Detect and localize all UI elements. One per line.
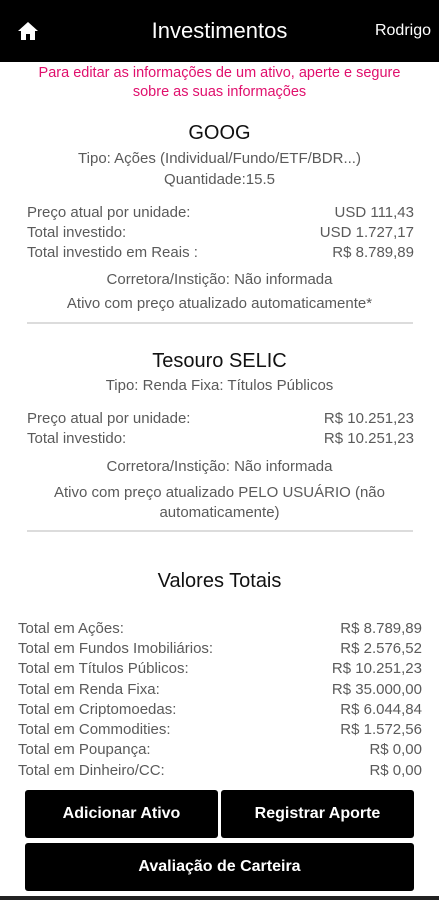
totals-row: Total em Renda Fixa: R$ 35.000,00 [18,681,422,700]
row-value: USD 1.727,17 [319,224,414,241]
row-value: R$ 6.044,84 [340,701,422,718]
totals-row: Total em Criptomoedas: R$ 6.044,84 [18,701,422,720]
asset-quantity: Quantidade:15.5 [164,171,275,188]
row-value: R$ 35.000,00 [331,681,422,698]
row-label: Preço atual por unidade: [27,410,191,427]
row-label: Total em Renda Fixa: [18,681,160,698]
portfolio-evaluation-button[interactable]: Avaliação de Carteira [25,843,414,891]
row-label: Total em Fundos Imobiliários: [18,640,214,657]
register-contribution-button[interactable]: Registrar Aporte [221,790,414,838]
totals-row: Total em Commodities: R$ 1.572,56 [18,721,422,740]
totals-row: Total em Poupança: R$ 0,00 [18,741,422,760]
page-title: Investimentos [151,18,288,43]
totals-row: Total em Fundos Imobiliários: R$ 2.576,5… [18,640,422,659]
row-value: R$ 0,00 [369,762,422,779]
totals-row: Total em Títulos Públicos: R$ 10.251,23 [18,660,422,679]
row-label: Total investido: [27,224,127,241]
asset-name: Tesouro SELIC [152,350,287,372]
row-label: Total em Poupança: [18,741,151,758]
asset-broker: Corretora/Instição: Não informada [106,458,333,475]
row-value: R$ 10.251,23 [331,660,422,677]
row-value: R$ 8.789,89 [332,244,414,261]
edit-hint-line-2: sobre as suas informações [132,84,307,100]
row-value: R$ 8.789,89 [340,620,422,637]
app-bar: Investimentos Rodrigo [0,0,439,62]
row-value: R$ 0,00 [369,741,422,758]
totals-row: Total em Ações: R$ 8.789,89 [18,620,422,639]
add-asset-button[interactable]: Adicionar Ativo [25,790,218,838]
row-value: R$ 10.251,23 [323,430,414,447]
asset-price-mode: Ativo com preço atualizado automaticamen… [66,295,373,312]
divider [27,530,413,532]
row-value: R$ 1.572,56 [340,721,422,738]
edit-hint: Para editar as informações de um ativo, … [0,64,439,102]
asset-row: Total investido: USD 1.727,17 [27,224,414,243]
asset-price-mode-line-2: automaticamente) [159,504,280,521]
row-label: Total em Ações: [18,620,124,637]
user-name[interactable]: Rodrigo [375,22,431,40]
asset-price-mode-line-1: Ativo com preço atualizado PELO USUÁRIO … [54,484,385,501]
asset-row: Total investido: R$ 10.251,23 [27,430,414,449]
row-value: R$ 2.576,52 [340,640,422,657]
navigation-bar [0,896,439,900]
row-value: USD 111,43 [334,204,415,221]
asset-broker: Corretora/Instição: Não informada [106,271,333,288]
row-label: Total investido: [27,430,127,447]
asset-row: Preço atual por unidade: USD 111,43 [27,204,414,223]
asset-row: Preço atual por unidade: R$ 10.251,23 [27,410,414,429]
row-label: Total em Commodities: [18,721,171,738]
asset-name: GOOG [188,122,251,144]
asset-type: Tipo: Renda Fixa: Títulos Públicos [105,377,334,394]
divider [27,322,413,324]
row-label: Total investido em Reais : [27,244,198,261]
edit-hint-line-1: Para editar as informações de um ativo, … [38,65,401,81]
row-label: Total em Dinheiro/CC: [18,762,165,779]
row-label: Total em Criptomoedas: [18,701,177,718]
row-label: Total em Títulos Públicos: [18,660,189,677]
row-label: Preço atual por unidade: [27,204,191,221]
row-value: R$ 10.251,23 [323,410,414,427]
asset-type: Tipo: Ações (Individual/Fundo/ETF/BDR...… [78,150,361,167]
asset-row: Total investido em Reais : R$ 8.789,89 [27,244,414,263]
totals-title: Valores Totais [157,570,282,592]
totals-row: Total em Dinheiro/CC: R$ 0,00 [18,762,422,781]
